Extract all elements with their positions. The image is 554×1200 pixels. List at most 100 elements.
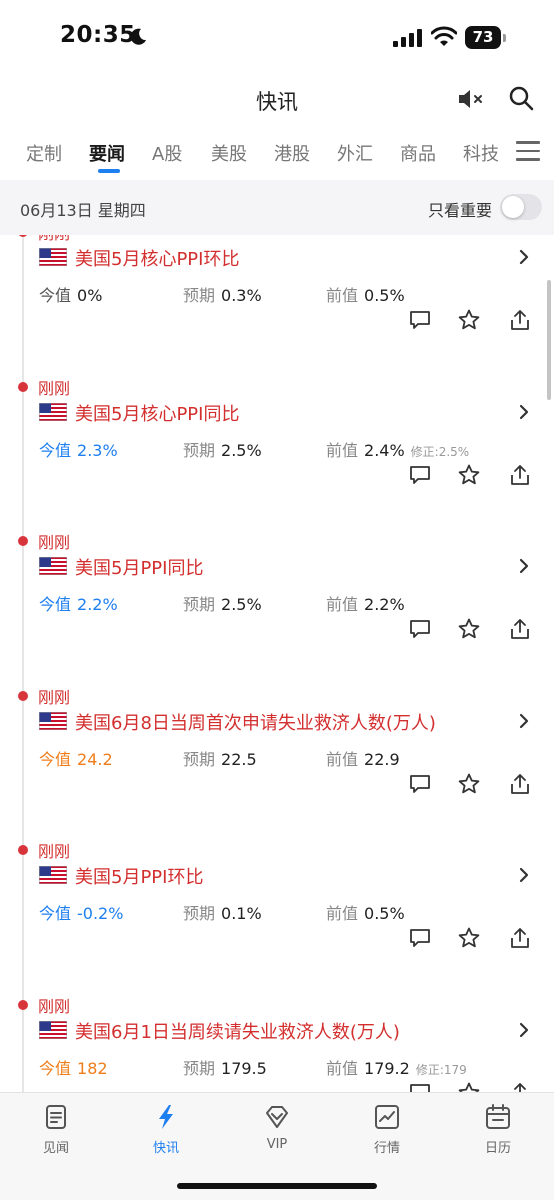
news-item[interactable]: 刚刚 美国5月PPI同比 今值 2.2% 预期 2.5% 前值 2.2% xyxy=(0,529,554,684)
actual-value: 今值 2.3% xyxy=(39,440,118,460)
news-title[interactable]: 美国5月核心PPI同比 xyxy=(75,400,239,426)
nav-news[interactable]: 见闻 xyxy=(16,1103,96,1163)
lightning-icon xyxy=(159,1105,173,1129)
nav-label: 快讯 xyxy=(152,1141,179,1156)
news-title[interactable]: 美国5月PPI环比 xyxy=(75,863,203,889)
tab-a-shares[interactable]: A股 xyxy=(152,140,182,166)
comment-icon[interactable] xyxy=(408,926,432,950)
revised-value: 修正:2.5% xyxy=(410,444,470,459)
us-flag-icon xyxy=(39,402,67,421)
previous-value: 前值 22.9 xyxy=(326,749,400,769)
news-title[interactable]: 美国5月PPI同比 xyxy=(75,554,203,580)
comment-icon[interactable] xyxy=(408,463,432,487)
important-only-toggle[interactable] xyxy=(500,194,542,220)
star-icon[interactable] xyxy=(457,617,481,641)
expected-value: 预期 2.5% xyxy=(183,595,262,614)
moon-icon xyxy=(130,28,146,45)
item-actions xyxy=(0,463,554,489)
chevron-right-icon[interactable] xyxy=(517,713,531,729)
comment-icon[interactable] xyxy=(408,308,432,332)
previous-value: 前值 0.5% xyxy=(326,904,405,923)
nav-vip[interactable]: VIP xyxy=(237,1103,317,1163)
chart-icon xyxy=(375,1105,399,1129)
chevron-right-icon[interactable] xyxy=(517,1022,531,1038)
chevron-right-icon[interactable] xyxy=(517,249,531,265)
actual-value: 今值 24.2 xyxy=(39,749,113,769)
tab-commodities[interactable]: 商品 xyxy=(400,140,436,166)
star-icon[interactable] xyxy=(457,1081,481,1093)
us-flag-icon xyxy=(39,1020,67,1039)
battery-level: 73 xyxy=(465,26,501,49)
share-icon[interactable] xyxy=(508,772,532,796)
us-flag-icon xyxy=(39,711,67,730)
news-time: 刚刚 xyxy=(38,235,70,244)
chevron-right-icon[interactable] xyxy=(517,867,531,883)
tab-us-stocks[interactable]: 美股 xyxy=(211,140,247,166)
comment-icon[interactable] xyxy=(408,772,432,796)
star-icon[interactable] xyxy=(457,308,481,332)
nav-label: 行情 xyxy=(373,1141,400,1156)
nav-label: 见闻 xyxy=(42,1141,69,1156)
search-icon[interactable] xyxy=(508,85,534,111)
share-icon[interactable] xyxy=(508,617,532,641)
calendar-icon xyxy=(486,1104,510,1129)
star-icon[interactable] xyxy=(457,926,481,950)
news-item[interactable]: 刚刚 美国5月核心PPI环比 今值0% 预期0.3% 前值0.5% xyxy=(0,235,554,375)
nav-calendar[interactable]: 日历 xyxy=(458,1103,538,1163)
previous-value: 前值 2.2% xyxy=(326,595,405,614)
news-item[interactable]: 刚刚 美国6月8日当周首次申请失业救济人数(万人) 今值 24.2 预期 22.5 … xyxy=(0,684,554,839)
tab-tech[interactable]: 科技 xyxy=(463,140,499,166)
news-time: 刚刚 xyxy=(38,842,71,861)
actual-value: 今值 0% xyxy=(39,286,103,305)
star-icon[interactable] xyxy=(457,772,481,796)
expected-value: 预期 0.3% xyxy=(183,286,262,305)
previous-value: 前值 179.2 修正:179 xyxy=(326,1058,467,1078)
nav-market[interactable]: 行情 xyxy=(347,1103,427,1163)
us-flag-icon xyxy=(39,248,67,266)
indicator-values: 今值 2.3% 预期 2.5% 前值 2.4% 修正:2.5% xyxy=(0,437,554,461)
expected-value: 预期 0.1% xyxy=(183,904,262,923)
share-icon[interactable] xyxy=(508,463,532,487)
tab-custom[interactable]: 定制 xyxy=(26,140,62,166)
timeline-dot xyxy=(18,845,28,855)
tab-forex[interactable]: 外汇 xyxy=(337,140,373,166)
news-title[interactable]: 美国6月1日当周续请失业救济人数(万人) xyxy=(75,1018,400,1044)
nav-flash[interactable]: 快讯 xyxy=(126,1103,206,1163)
important-only-label: 只看重要 xyxy=(428,201,493,220)
mute-icon[interactable] xyxy=(456,87,484,111)
news-item[interactable]: 刚刚 美国6月1日当周续请失业救济人数(万人) 今值 182 预期 179.5 前值… xyxy=(0,993,554,1093)
timeline-dot xyxy=(18,381,28,392)
us-flag-icon xyxy=(39,557,67,575)
news-title[interactable]: 美国5月核心PPI环比 xyxy=(75,245,239,271)
star-icon[interactable] xyxy=(457,463,481,487)
expected-value: 预期 179.5 xyxy=(183,1058,267,1078)
share-icon[interactable] xyxy=(508,308,532,332)
indicator-values: 今值 0% 预期 0.3% 前值 0.5% xyxy=(0,282,554,306)
chevron-right-icon[interactable] xyxy=(517,404,531,420)
tab-hk-stocks[interactable]: 港股 xyxy=(274,140,310,166)
comment-icon[interactable] xyxy=(408,1081,432,1093)
share-icon[interactable] xyxy=(508,1081,532,1093)
previous-value: 前值 2.4% 修正:2.5% xyxy=(326,440,470,460)
news-item[interactable]: 刚刚 美国5月核心PPI同比 今值 2.3% 预期 2.5% 前值 2.4% 修正:2.… xyxy=(0,375,554,530)
menu-icon[interactable] xyxy=(516,141,540,163)
expected-value: 预期 2.5% xyxy=(183,440,262,460)
news-time: 刚刚 xyxy=(38,378,71,398)
us-flag-icon xyxy=(39,866,67,884)
item-actions xyxy=(0,772,554,798)
news-title[interactable]: 美国6月8日当周首次申请失业救济人数(万人) xyxy=(75,709,436,735)
news-feed[interactable]: 刚刚 美国5月核心PPI环比 今值0% 预期0.3% 前值0.5% xyxy=(0,235,554,1092)
chevron-right-icon[interactable] xyxy=(517,558,531,574)
item-actions xyxy=(0,617,554,643)
nav-label: VIP xyxy=(266,1137,288,1152)
item-actions xyxy=(0,1081,554,1093)
news-time: 刚刚 xyxy=(38,533,71,552)
tab-headlines[interactable]: 要闻 xyxy=(89,140,125,166)
share-icon[interactable] xyxy=(508,926,532,950)
diamond-icon xyxy=(266,1106,288,1128)
status-time: 20:35 xyxy=(60,22,136,48)
indicator-values: 今值 -0.2% 预期 0.1% 前值 0.5% xyxy=(0,900,554,924)
news-item[interactable]: 刚刚 美国5月PPI环比 今值 -0.2% 预期 0.1% 前值 0.5% xyxy=(0,838,554,993)
nav-label: 日历 xyxy=(484,1141,511,1156)
comment-icon[interactable] xyxy=(408,617,432,641)
